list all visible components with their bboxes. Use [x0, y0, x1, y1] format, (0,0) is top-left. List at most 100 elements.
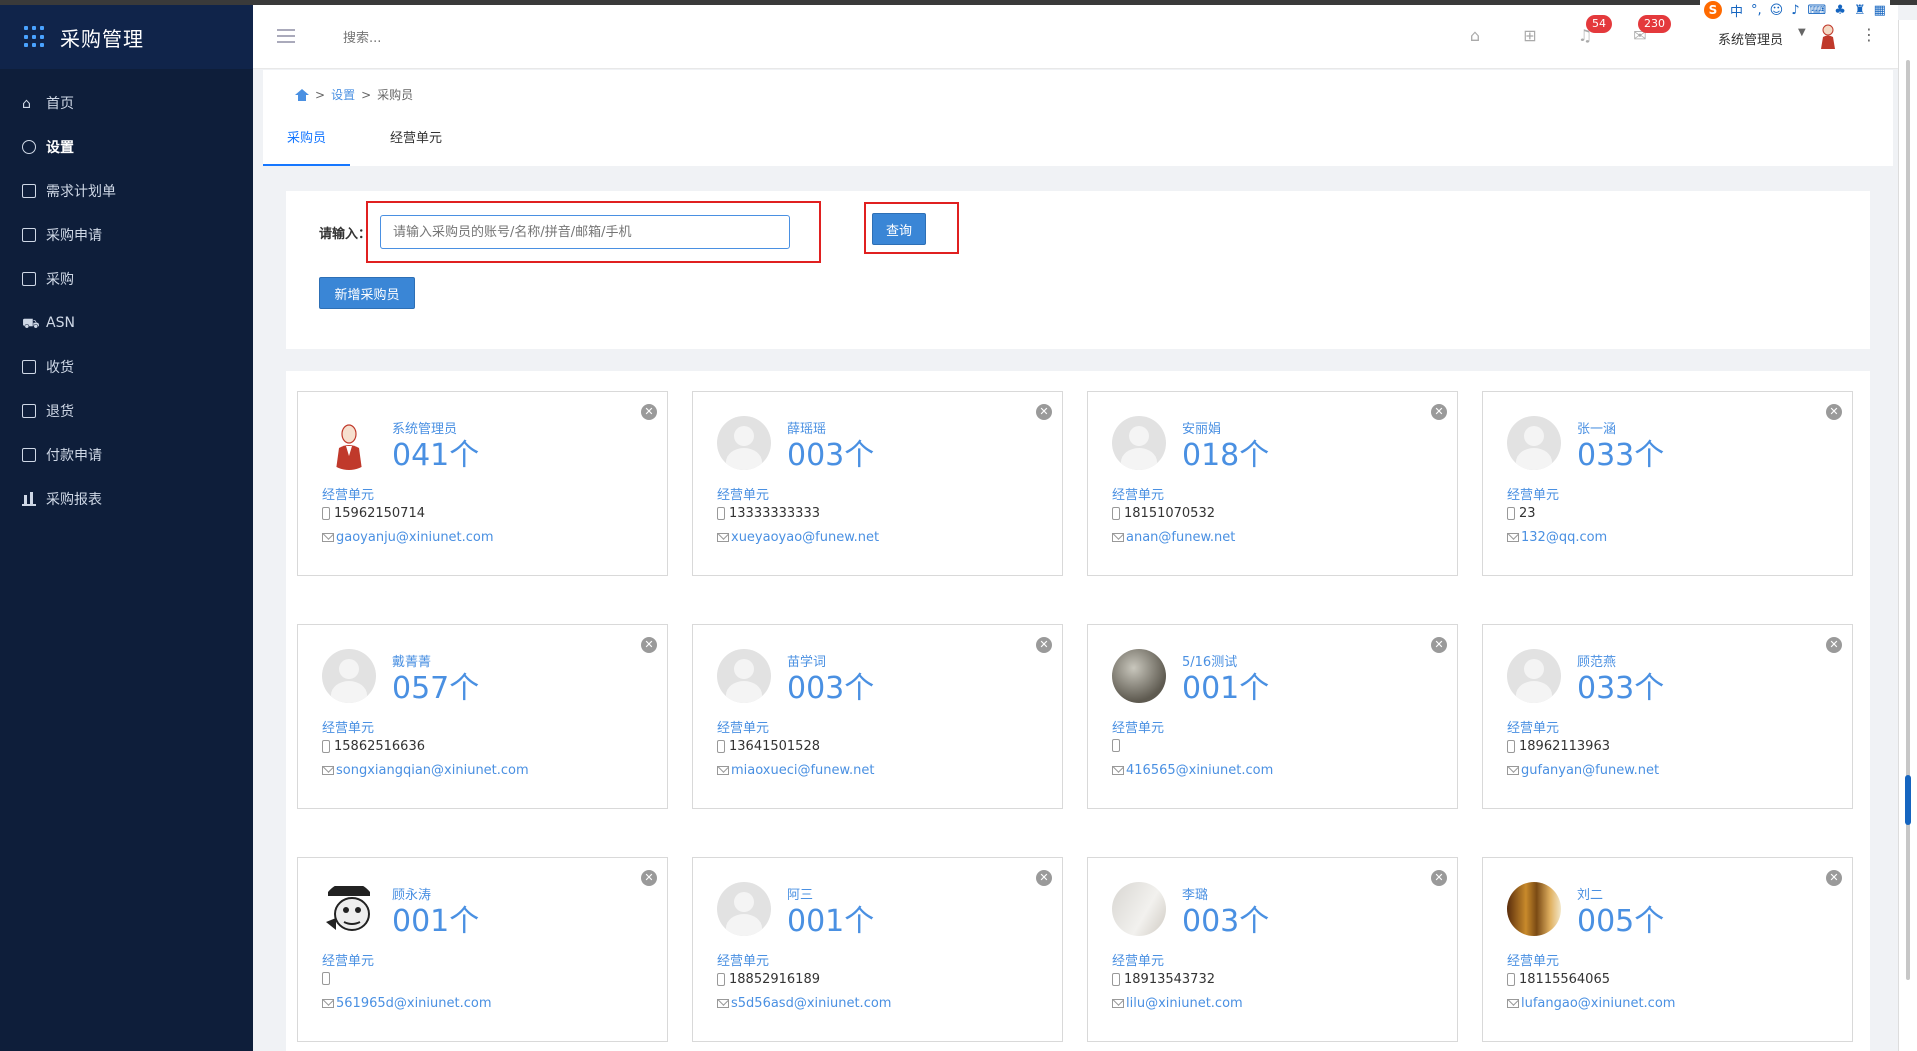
apps-grid-icon[interactable] — [24, 26, 46, 48]
business-unit-count: 018个 — [1182, 438, 1270, 473]
buyer-name[interactable]: 阿三 — [787, 884, 813, 903]
buyer-name[interactable]: 戴菁菁 — [392, 651, 431, 670]
buyer-name[interactable]: 安丽娟 — [1182, 418, 1221, 437]
buyer-email: gaoyanju@xiniunet.com — [322, 530, 494, 545]
buyer-card[interactable]: ✕ 张一涵 033个 经营单元 23 132@qq.com — [1482, 391, 1853, 576]
scrollbar-thumb[interactable] — [1906, 60, 1910, 980]
buyer-name[interactable]: 顾范燕 — [1577, 651, 1616, 670]
buyer-name[interactable]: 顾永涛 — [392, 884, 431, 903]
sidebar-item-label: 采购 — [46, 272, 74, 288]
home-icon[interactable]: ⌂ — [1466, 27, 1484, 45]
business-unit-link[interactable]: 经营单元 — [322, 717, 374, 736]
business-unit-link[interactable]: 经营单元 — [717, 950, 769, 969]
ime-language-toggle[interactable]: 中 — [1730, 1, 1743, 20]
close-icon[interactable]: ✕ — [1431, 870, 1447, 886]
business-unit-link[interactable]: 经营单元 — [1507, 950, 1559, 969]
shirt-icon[interactable]: ♜ — [1854, 3, 1866, 18]
emoji-icon[interactable]: ☺ — [1770, 3, 1784, 18]
buyer-name[interactable]: 李璐 — [1182, 884, 1208, 903]
sidebar-item-purchase-request[interactable]: 采购申请 — [0, 213, 253, 257]
close-icon[interactable]: ✕ — [1036, 870, 1052, 886]
close-icon[interactable]: ✕ — [1826, 637, 1842, 653]
business-unit-link[interactable]: 经营单元 — [1112, 717, 1164, 736]
business-unit-count: 001个 — [392, 904, 480, 939]
business-unit-link[interactable]: 经营单元 — [322, 484, 374, 503]
buyer-card[interactable]: ✕ 刘二 005个 经营单元 18115564065 lufangao@xini… — [1482, 857, 1853, 1042]
more-icon[interactable]: ⋮ — [1861, 25, 1877, 44]
business-unit-link[interactable]: 经营单元 — [1507, 484, 1559, 503]
buyer-card[interactable]: ✕ 安丽娟 018个 经营单元 18151070532 anan@funew.n… — [1087, 391, 1458, 576]
buyer-card[interactable]: ✕ 5/16测试 001个 经营单元 416565@xiniunet.com — [1087, 624, 1458, 809]
grid-icon[interactable]: ⊞ — [1521, 27, 1539, 45]
sidebar-item-demand-plan[interactable]: 需求计划单 — [0, 169, 253, 213]
microphone-icon[interactable]: ♪ — [1791, 3, 1799, 18]
buyer-name[interactable]: 系统管理员 — [392, 418, 457, 437]
close-icon[interactable]: ✕ — [641, 637, 657, 653]
buyer-phone: 15962150714 — [322, 506, 425, 521]
file-icon — [22, 272, 36, 286]
buyer-card[interactable]: ✕ 李璐 003个 经营单元 18913543732 lilu@xiniunet… — [1087, 857, 1458, 1042]
business-unit-link[interactable]: 经营单元 — [1507, 717, 1559, 736]
close-icon[interactable]: ✕ — [1036, 404, 1052, 420]
buyer-phone: 18115564065 — [1507, 972, 1610, 987]
avatar — [1507, 416, 1561, 470]
buyer-card[interactable]: ✕ 阿三 001个 经营单元 18852916189 s5d56asd@xini… — [692, 857, 1063, 1042]
sidebar-item-return[interactable]: 退货 — [0, 389, 253, 433]
business-unit-link[interactable]: 经营单元 — [1112, 950, 1164, 969]
keyboard-icon[interactable]: ⌨ — [1808, 3, 1827, 18]
buyer-search-input[interactable] — [380, 215, 790, 249]
business-unit-link[interactable]: 经营单元 — [1112, 484, 1164, 503]
buyer-name[interactable]: 5/16测试 — [1182, 651, 1237, 670]
breadcrumb: > 设置 > 采购员 — [295, 86, 413, 103]
close-icon[interactable]: ✕ — [1826, 404, 1842, 420]
menu-toggle-icon[interactable] — [277, 29, 295, 43]
close-icon[interactable]: ✕ — [641, 404, 657, 420]
close-icon[interactable]: ✕ — [1036, 637, 1052, 653]
business-unit-link[interactable]: 经营单元 — [717, 484, 769, 503]
add-buyer-button[interactable]: 新增采购员 — [319, 277, 415, 309]
sidebar-item-receiving[interactable]: 收货 — [0, 345, 253, 389]
breadcrumb-settings[interactable]: 设置 — [331, 86, 355, 103]
close-icon[interactable]: ✕ — [641, 870, 657, 886]
buyer-name[interactable]: 张一涵 — [1577, 418, 1616, 437]
user-avatar[interactable] — [1818, 23, 1838, 49]
skin-icon[interactable]: ♣ — [1834, 3, 1846, 18]
punctuation-icon[interactable]: °, — [1751, 3, 1762, 18]
tab-business-unit[interactable]: 经营单元 — [350, 112, 482, 166]
buyer-name[interactable]: 刘二 — [1577, 884, 1603, 903]
close-icon[interactable]: ✕ — [1431, 404, 1447, 420]
business-unit-link[interactable]: 经营单元 — [322, 950, 374, 969]
query-button[interactable]: 查询 — [872, 213, 926, 245]
chevron-down-icon[interactable]: ▼ — [1798, 27, 1806, 38]
buyer-name[interactable]: 薛瑶瑶 — [787, 418, 826, 437]
scroll-handle[interactable] — [1905, 775, 1911, 825]
home-icon[interactable] — [295, 88, 309, 101]
buyer-email: 561965d@xiniunet.com — [322, 996, 492, 1011]
sidebar-item-purchase[interactable]: 采购 — [0, 257, 253, 301]
buyer-card[interactable]: ✕ 系统管理员 041个 经营单元 15962150714 gaoyanju@x… — [297, 391, 668, 576]
buyer-card[interactable]: ✕ 戴菁菁 057个 经营单元 15862516636 songxiangqia… — [297, 624, 668, 809]
sidebar-item-asn[interactable]: ⛟ ASN — [0, 301, 253, 345]
buyer-card[interactable]: ✕ 顾永涛 001个 经营单元 561965d@xiniunet.com — [297, 857, 668, 1042]
app-title: 采购管理 — [60, 26, 144, 51]
global-search-input[interactable] — [343, 27, 543, 49]
toolbox-icon[interactable]: ▦ — [1874, 3, 1886, 18]
user-name[interactable]: 系统管理员 — [1718, 29, 1783, 48]
sidebar-item-settings[interactable]: 设置 — [0, 125, 253, 169]
close-icon[interactable]: ✕ — [1431, 637, 1447, 653]
buyer-card[interactable]: ✕ 薛瑶瑶 003个 经营单元 13333333333 xueyaoyao@fu… — [692, 391, 1063, 576]
buyer-card[interactable]: ✕ 苗学词 003个 经营单元 13641501528 miaoxueci@fu… — [692, 624, 1063, 809]
sogou-logo-icon[interactable]: S — [1704, 1, 1722, 19]
close-icon[interactable]: ✕ — [1826, 870, 1842, 886]
sidebar-item-payment-request[interactable]: 付款申请 — [0, 433, 253, 477]
tab-buyer[interactable]: 采购员 — [263, 112, 351, 166]
buyer-card[interactable]: ✕ 顾范燕 033个 经营单元 18962113963 gufanyan@fun… — [1482, 624, 1853, 809]
buyer-email: 132@qq.com — [1507, 530, 1607, 545]
buyer-name[interactable]: 苗学词 — [787, 651, 826, 670]
ime-toolbar: S 中 °, ☺ ♪ ⌨ ♣ ♜ ▦ — [1700, 0, 1890, 20]
business-unit-link[interactable]: 经营单元 — [717, 717, 769, 736]
sidebar-item-purchase-report[interactable]: 采购报表 — [0, 477, 253, 521]
phone-icon — [1507, 507, 1515, 520]
sidebar-item-home[interactable]: ⌂ 首页 — [0, 81, 253, 125]
sidebar-item-label: 设置 — [46, 140, 74, 156]
